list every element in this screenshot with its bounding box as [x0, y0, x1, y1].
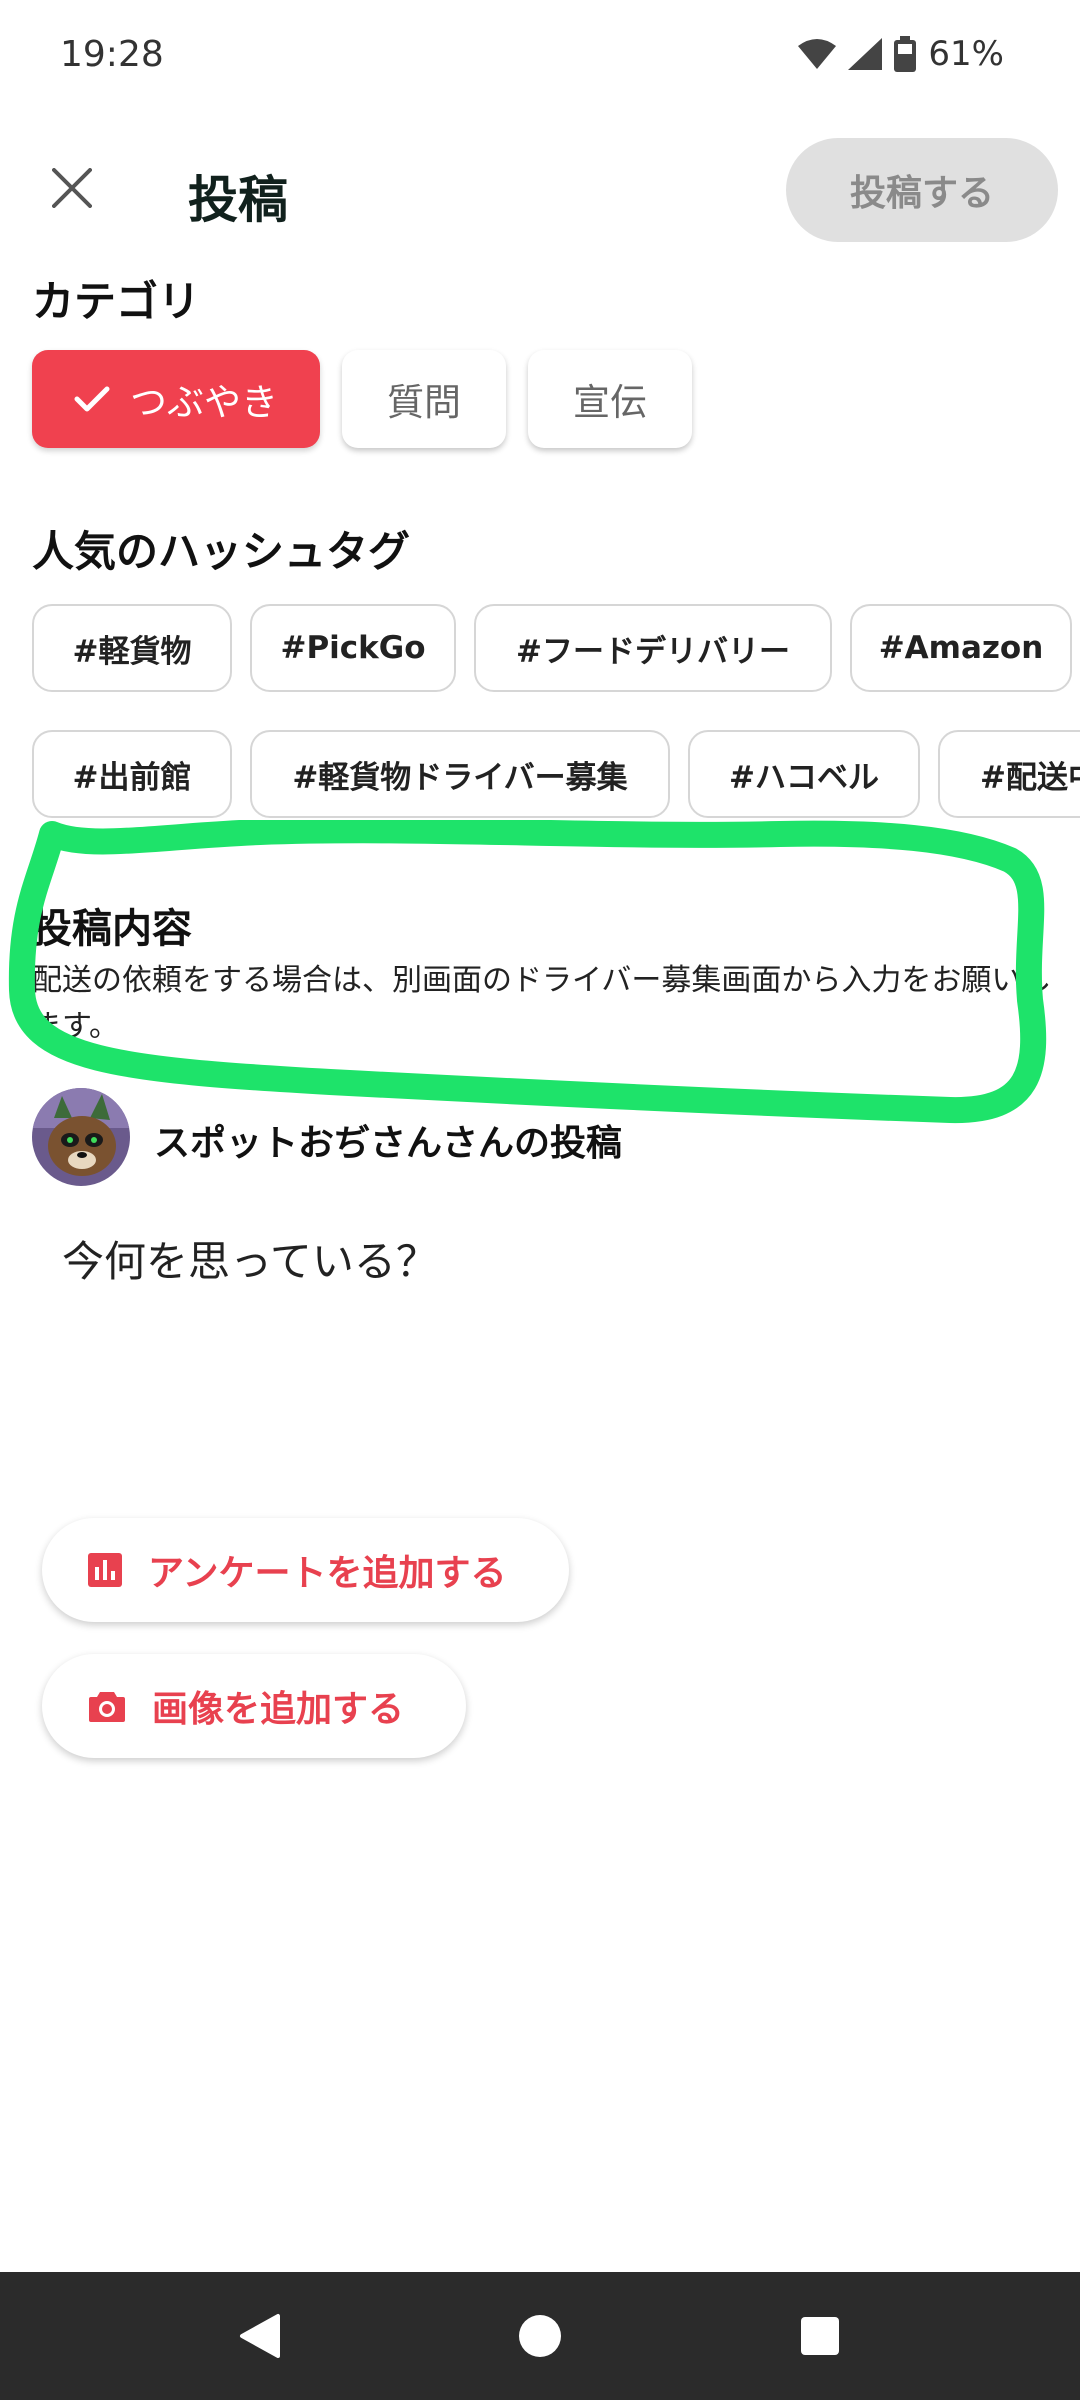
avatar: [32, 1088, 130, 1186]
close-button[interactable]: [44, 160, 100, 216]
author-name: スポットおぢさんさんの投稿: [154, 1123, 623, 1164]
back-icon: [240, 2314, 280, 2358]
status-time: 19:28: [60, 34, 164, 75]
category-title: カテゴリ: [32, 277, 201, 326]
add-survey-button[interactable]: アンケートを追加する: [42, 1518, 569, 1622]
battery-icon: [894, 36, 917, 72]
category-chip-label: 質問: [387, 381, 461, 424]
check-icon: [74, 386, 110, 412]
hashtag-chip[interactable]: #PickGo: [250, 604, 456, 692]
add-image-label: 画像を追加する: [152, 1689, 405, 1730]
category-chip-tsubuyaki[interactable]: つぶやき: [32, 350, 320, 448]
poll-icon: [88, 1553, 122, 1587]
hashtags-title: 人気のハッシュタグ: [32, 527, 411, 576]
add-image-button[interactable]: 画像を追加する: [42, 1654, 467, 1758]
hashtag-chip[interactable]: #Amazon: [850, 604, 1072, 692]
page-title: 投稿: [188, 171, 288, 229]
category-chip-label: つぶやき: [130, 381, 278, 424]
system-nav-bar: [0, 2272, 1080, 2400]
back-button[interactable]: [230, 2306, 290, 2366]
recents-button[interactable]: [790, 2306, 850, 2366]
hashtag-chip[interactable]: #ハコベル: [688, 730, 920, 818]
status-bar: 19:28 61%: [0, 0, 1080, 116]
signal-icon: [848, 38, 883, 70]
post-text-input[interactable]: [62, 1228, 1022, 1458]
recents-icon: [801, 2317, 839, 2355]
camera-icon: [89, 1692, 125, 1722]
hashtag-row-1: #軽貨物 #PickGo #フードデリバリー #Amazon: [32, 604, 1072, 692]
content-title: 投稿内容: [32, 906, 192, 952]
hashtag-chip[interactable]: #出前館: [32, 730, 232, 818]
category-options: つぶやき 質問 宣伝: [32, 350, 692, 448]
category-chip-question[interactable]: 質問: [342, 350, 506, 448]
hashtag-chip[interactable]: #軽貨物: [32, 604, 232, 692]
category-chip-label: 宣伝: [573, 381, 647, 424]
home-button[interactable]: [510, 2306, 570, 2366]
hashtag-chip[interactable]: #配送中: [938, 730, 1080, 818]
category-chip-promo[interactable]: 宣伝: [528, 350, 692, 448]
hashtag-chip[interactable]: #軽貨物ドライバー募集: [250, 730, 670, 818]
battery-percent: 61%: [928, 34, 1004, 74]
hashtag-row-2: #出前館 #軽貨物ドライバー募集 #ハコベル #配送中: [32, 730, 1080, 818]
status-icons: 61%: [798, 34, 1004, 74]
submit-post-button[interactable]: 投稿する: [786, 138, 1058, 242]
hashtag-chip[interactable]: #フードデリバリー: [474, 604, 832, 692]
add-survey-label: アンケートを追加する: [148, 1553, 507, 1594]
wifi-icon: [798, 39, 837, 69]
close-icon: [52, 168, 92, 208]
content-description: 配送の依頼をする場合は、別画面のドライバー募集画面から入力をお願いします。: [32, 963, 1052, 1044]
home-icon: [519, 2315, 561, 2357]
